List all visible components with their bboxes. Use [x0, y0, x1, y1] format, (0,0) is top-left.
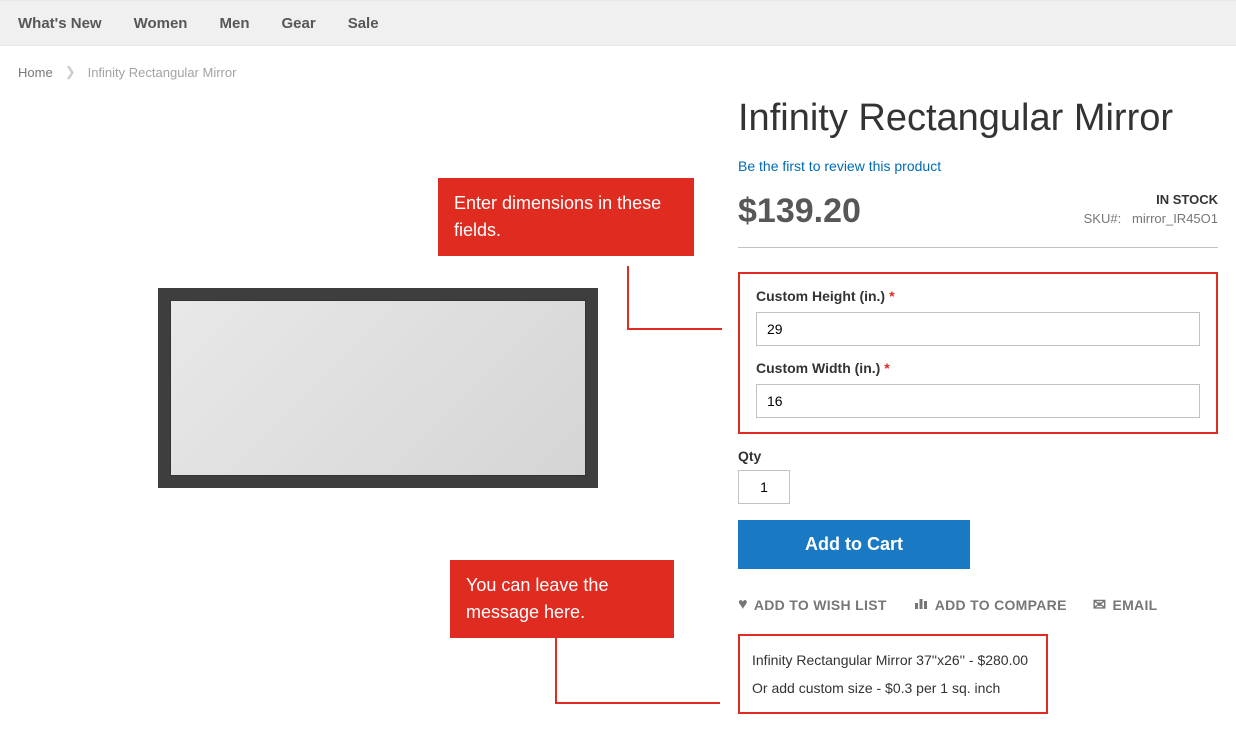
- callout-connector: [555, 702, 720, 704]
- sku-label: SKU#:: [1084, 211, 1122, 226]
- callout-dimensions: Enter dimensions in these fields.: [438, 178, 694, 256]
- nav-gear[interactable]: Gear: [281, 15, 315, 32]
- message-highlight-box: Infinity Rectangular Mirror 37''x26'' - …: [738, 634, 1048, 714]
- nav-sale[interactable]: Sale: [348, 15, 379, 32]
- envelope-icon: ✉: [1093, 595, 1107, 615]
- email-link[interactable]: ✉ EMAIL: [1093, 595, 1158, 615]
- email-label: EMAIL: [1112, 597, 1157, 613]
- custom-width-input[interactable]: [756, 384, 1200, 418]
- nav-men[interactable]: Men: [219, 15, 249, 32]
- callout-connector: [627, 328, 722, 330]
- main-nav: What's New Women Men Gear Sale: [0, 0, 1236, 46]
- page-title: Infinity Rectangular Mirror: [738, 98, 1218, 140]
- label-text: Custom Width (in.): [756, 360, 880, 376]
- required-star-icon: *: [884, 360, 889, 376]
- bar-chart-icon: [913, 595, 929, 616]
- product-action-links: ♥ ADD TO WISH LIST ADD TO COMPARE ✉ EMAI…: [738, 595, 1218, 616]
- add-to-wishlist-link[interactable]: ♥ ADD TO WISH LIST: [738, 596, 887, 614]
- callout-connector: [555, 632, 557, 704]
- heart-icon: ♥: [738, 596, 748, 614]
- label-text: Custom Height (in.): [756, 288, 885, 304]
- breadcrumb-current: Infinity Rectangular Mirror: [88, 65, 237, 80]
- wishlist-label: ADD TO WISH LIST: [754, 597, 887, 613]
- product-info: Infinity Rectangular Mirror Be the first…: [738, 98, 1218, 714]
- custom-width-label: Custom Width (in.)*: [756, 360, 1200, 376]
- sku-line: SKU#: mirror_IR45O1: [1084, 211, 1218, 226]
- chevron-right-icon: ❯: [65, 64, 76, 80]
- product-price: $139.20: [738, 192, 861, 231]
- qty-input[interactable]: [738, 470, 790, 504]
- compare-label: ADD TO COMPARE: [935, 597, 1067, 613]
- dimensions-highlight-box: Custom Height (in.)* Custom Width (in.)*: [738, 272, 1218, 434]
- required-star-icon: *: [889, 288, 894, 304]
- breadcrumb: Home ❯ Infinity Rectangular Mirror: [0, 46, 1236, 98]
- nav-whats-new[interactable]: What's New: [18, 15, 102, 32]
- add-to-compare-link[interactable]: ADD TO COMPARE: [913, 595, 1067, 616]
- custom-height-label: Custom Height (in.)*: [756, 288, 1200, 304]
- stock-status: IN STOCK: [1084, 192, 1218, 207]
- price-stock-row: $139.20 IN STOCK SKU#: mirror_IR45O1: [738, 192, 1218, 248]
- callout-message: You can leave the message here.: [450, 560, 674, 638]
- breadcrumb-home[interactable]: Home: [18, 65, 53, 80]
- product-image: [158, 288, 598, 488]
- nav-women[interactable]: Women: [134, 15, 188, 32]
- add-to-cart-button[interactable]: Add to Cart: [738, 520, 970, 569]
- custom-height-input[interactable]: [756, 312, 1200, 346]
- review-link[interactable]: Be the first to review this product: [738, 158, 941, 174]
- message-line-1: Infinity Rectangular Mirror 37''x26'' - …: [752, 646, 1034, 674]
- sku-value: mirror_IR45O1: [1132, 211, 1218, 226]
- callout-connector: [627, 266, 629, 328]
- message-line-2: Or add custom size - $0.3 per 1 sq. inch: [752, 674, 1034, 702]
- product-image-inner: [170, 300, 586, 476]
- qty-label: Qty: [738, 448, 1218, 464]
